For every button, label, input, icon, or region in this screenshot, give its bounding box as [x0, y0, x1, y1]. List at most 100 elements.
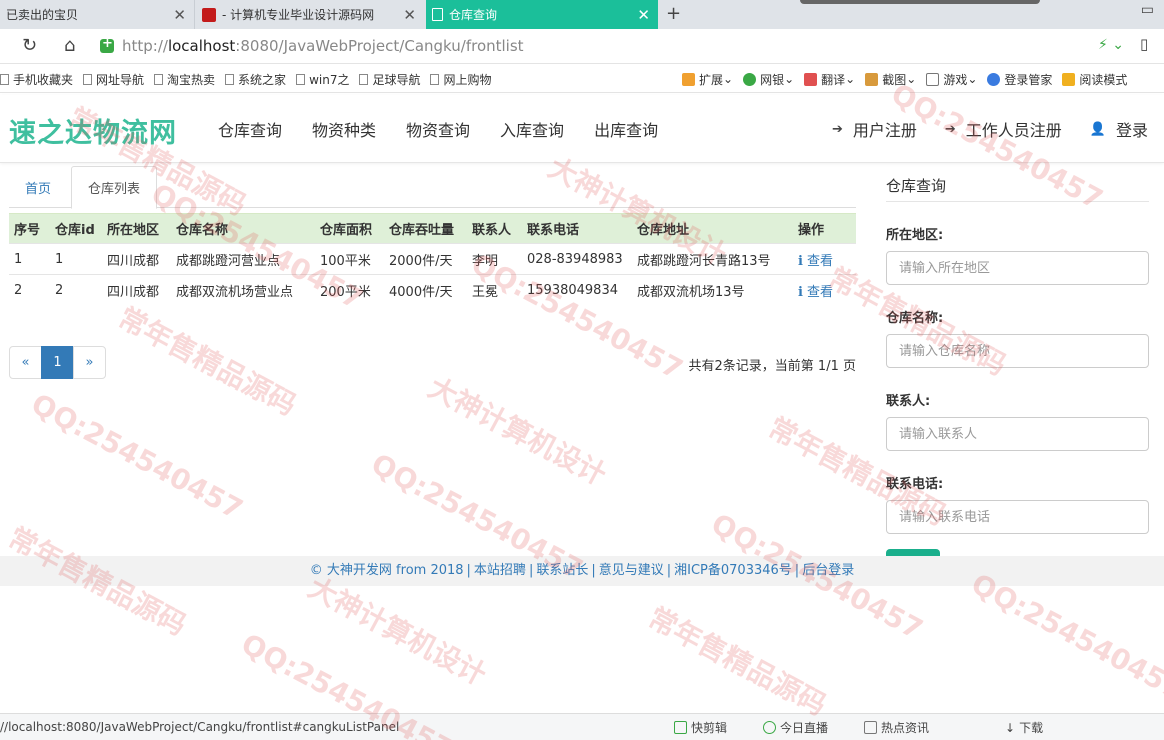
site-logo[interactable]: 速之达物流网: [9, 111, 177, 150]
back-icon[interactable]: ‹: [0, 35, 1, 56]
close-icon[interactable]: ✕: [637, 6, 650, 24]
icp-link[interactable]: 湘ICP备0703346号: [674, 563, 792, 578]
nav-inbound-query[interactable]: 入库查询: [500, 117, 564, 141]
next-page-button[interactable]: »: [73, 346, 106, 379]
screenshot-button[interactable]: 截图 ⌄: [865, 71, 916, 88]
region-label: 所在地区:: [886, 228, 944, 243]
watermark: QQ:254540457: [25, 386, 249, 527]
new-tab-icon[interactable]: +: [666, 3, 681, 24]
bank-button[interactable]: 网银 ⌄: [743, 71, 794, 88]
page-icon: [432, 8, 443, 21]
tab-label: 已卖出的宝贝: [6, 8, 79, 22]
quick-clip-button[interactable]: 快剪辑: [674, 719, 745, 736]
play-icon: [674, 721, 687, 734]
login-manager-button[interactable]: 登录管家: [987, 71, 1052, 88]
site-favicon-icon: [202, 7, 216, 22]
cell-region: 四川成都: [102, 243, 171, 275]
region-input[interactable]: [886, 251, 1149, 285]
tab-home[interactable]: 首页: [9, 166, 67, 208]
key-icon: [987, 72, 1001, 86]
cell-name: 成都跳蹬河营业点: [171, 243, 315, 275]
reading-icon[interactable]: ▯: [1140, 35, 1148, 53]
nav-warehouse-query[interactable]: 仓库查询: [218, 117, 282, 141]
cell-index: 2: [9, 274, 50, 306]
reading-mode-button[interactable]: 阅读模式: [1062, 71, 1127, 88]
warehouse-table: 序号 仓库id 所在地区 仓库名称 仓库面积 仓库吞吐量 联系人 联系电话 仓库…: [9, 213, 856, 306]
tab-label: - 计算机专业毕业设计源码网: [222, 8, 375, 22]
search-panel: 仓库查询 所在地区: 仓库名称: 联系人: 联系电话: 查询: [886, 166, 1149, 583]
col-id: 仓库id: [50, 213, 102, 244]
admin-login-link[interactable]: 后台登录: [802, 563, 854, 578]
col-action: 操作: [793, 213, 856, 244]
watermark: QQ:254540457: [965, 566, 1164, 707]
address-bar[interactable]: http://localhost:8080/JavaWebProject/Can…: [100, 33, 1130, 59]
nav-material-type[interactable]: 物资种类: [312, 117, 376, 141]
status-url: //localhost:8080/JavaWebProject/Cangku/f…: [0, 720, 400, 734]
copyright-link[interactable]: © 大神开发网 from 2018: [310, 563, 464, 578]
tab-label: 仓库查询: [449, 8, 498, 22]
browser-tab-strip: 已卖出的宝贝 ✕ - 计算机专业毕业设计源码网 ✕ 仓库查询 ✕ + ▭: [0, 0, 1164, 29]
page-1-button[interactable]: 1: [41, 346, 74, 379]
bookmark-item[interactable]: 系统之家: [225, 71, 286, 88]
browser-tab-active[interactable]: 仓库查询 ✕: [426, 0, 658, 29]
prev-page-button[interactable]: «: [9, 346, 42, 379]
bookmark-item[interactable]: win7之: [296, 71, 349, 88]
recruit-link[interactable]: 本站招聘: [474, 563, 526, 578]
browser-tab-source[interactable]: - 计算机专业毕业设计源码网 ✕: [196, 0, 424, 29]
bookmark-item[interactable]: 手机收藏夹: [0, 71, 73, 88]
url-text[interactable]: http://localhost:8080/JavaWebProject/Can…: [122, 37, 524, 55]
warehouse-name-input[interactable]: [886, 334, 1149, 368]
cell-area: 200平米: [315, 274, 384, 306]
bookmark-item[interactable]: 足球导航: [359, 71, 420, 88]
col-region: 所在地区: [102, 213, 171, 244]
bookmark-item[interactable]: 网址导航: [83, 71, 144, 88]
page-icon: [296, 73, 306, 85]
contact-input[interactable]: [886, 417, 1149, 451]
reload-icon[interactable]: ↻: [22, 35, 37, 56]
close-icon[interactable]: ✕: [173, 6, 186, 24]
pagination: « 1 »: [9, 346, 106, 379]
search-panel-title: 仓库查询: [886, 166, 1149, 202]
content-tabs: 首页 仓库列表: [9, 166, 856, 209]
close-icon[interactable]: ✕: [403, 6, 416, 24]
table-row: 2 2 四川成都 成都双流机场营业点 200平米 4000件/天 王冕 1593…: [9, 274, 856, 306]
cell-phone: 15938049834: [522, 274, 632, 306]
view-link[interactable]: i 查看: [798, 285, 833, 300]
extensions-button[interactable]: 扩展 ⌄: [682, 71, 733, 88]
cell-phone: 028-83948983: [522, 243, 632, 275]
cell-address: 成都双流机场13号: [632, 274, 793, 306]
watermark: 常年售精品源码: [643, 600, 832, 722]
download-icon: ↓: [1005, 720, 1016, 735]
login-link[interactable]: 👤 登录: [1090, 117, 1148, 141]
user-register-link[interactable]: ➔ 用户注册: [832, 117, 917, 141]
games-button[interactable]: 游戏 ⌄: [926, 71, 977, 88]
feedback-link[interactable]: 意见与建议: [599, 563, 664, 578]
nav-outbound-query[interactable]: 出库查询: [594, 117, 658, 141]
download-button[interactable]: ↓ 下载: [1005, 719, 1061, 736]
nav-material-query[interactable]: 物资查询: [406, 117, 470, 141]
news-icon: [864, 721, 878, 734]
col-throughput: 仓库吞吐量: [384, 213, 467, 244]
phone-input[interactable]: [886, 500, 1149, 534]
speed-icon[interactable]: ⚡ ⌄: [1098, 37, 1124, 53]
staff-register-link[interactable]: ➔ 工作人员注册: [945, 117, 1062, 141]
minimize-icon[interactable]: ▭: [1141, 2, 1154, 18]
browser-toolbar: ‹ ↻ ⌂ http://localhost:8080/JavaWebProje…: [0, 29, 1164, 64]
phone-label: 联系电话:: [886, 477, 944, 492]
browser-tab-sold[interactable]: 已卖出的宝贝 ✕: [0, 0, 195, 29]
live-button[interactable]: 今日直播: [763, 719, 846, 736]
translate-button[interactable]: 翻译 ⌄: [804, 71, 855, 88]
page-icon: [225, 73, 235, 85]
contact-admin-link[interactable]: 联系站长: [536, 563, 588, 578]
cell-action: i 查看: [793, 274, 856, 306]
news-button[interactable]: 热点资讯: [864, 719, 947, 736]
browser-status-bar: //localhost:8080/JavaWebProject/Cangku/f…: [0, 713, 1164, 740]
page-icon: [83, 73, 93, 85]
site-footer: © 大神开发网 from 2018 | 本站招聘 | 联系站长 | 意见与建议 | 湘ICP备0…: [0, 556, 1164, 586]
tab-warehouse-list[interactable]: 仓库列表: [71, 166, 158, 209]
home-icon[interactable]: ⌂: [64, 35, 75, 56]
bookmark-item[interactable]: 网上购物: [430, 71, 491, 88]
bookmark-item[interactable]: 淘宝热卖: [154, 71, 215, 88]
view-link[interactable]: i 查看: [798, 254, 833, 269]
translate-icon: [804, 72, 818, 86]
